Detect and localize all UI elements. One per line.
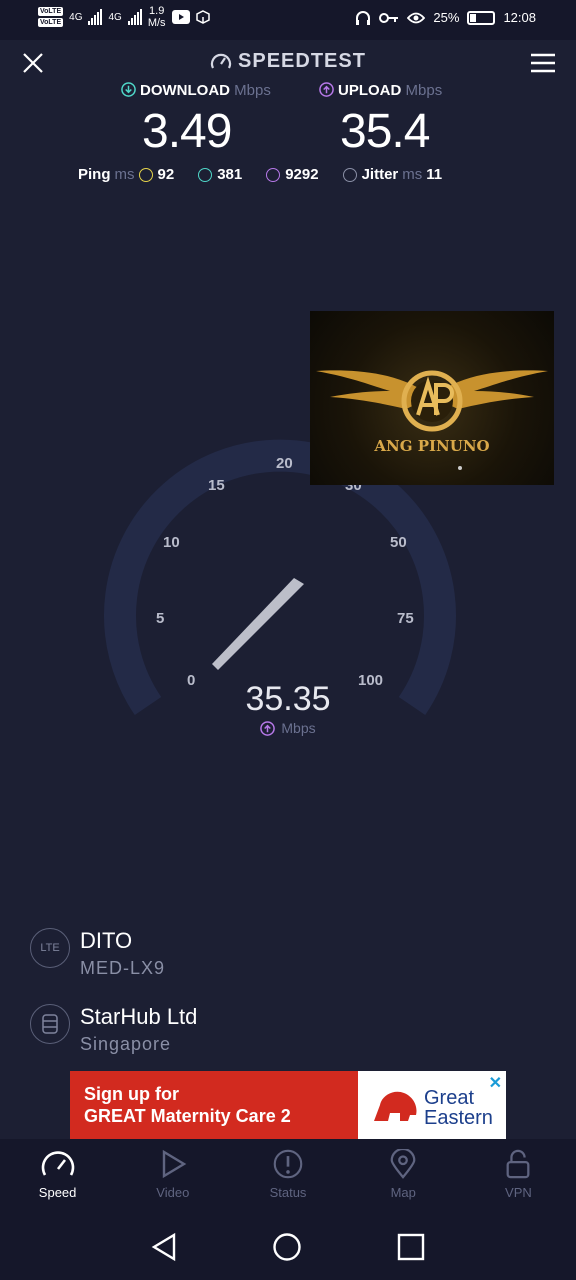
map-pin-icon [390, 1149, 416, 1179]
ad-red-panel: Sign up for GREAT Maternity Care 2 [70, 1071, 358, 1139]
gauge-tick-10: 10 [163, 534, 180, 551]
tab-speed[interactable]: Speed [0, 1139, 115, 1214]
tab-status[interactable]: Status [230, 1139, 345, 1214]
overlay-brand-text: ANG PINUNO [374, 437, 490, 455]
ad-close-icon[interactable]: ✕ [489, 1073, 502, 1093]
tab-map[interactable]: Map [346, 1139, 461, 1214]
ad-logo-text: Great Eastern [424, 1087, 493, 1129]
overlay-logo-image[interactable]: ANG PINUNO [310, 311, 554, 485]
speedometer-tab-icon [41, 1151, 74, 1176]
gauge-tick-15: 15 [208, 477, 225, 494]
lion-icon [374, 1091, 417, 1121]
gauge-tick-50: 50 [390, 534, 407, 551]
gauge-tick-5: 5 [156, 610, 165, 627]
play-icon [162, 1149, 187, 1179]
gauge-value: 35.35 [245, 680, 331, 718]
upload-arrow-icon-small [260, 721, 276, 736]
lte-icon: LTE [30, 928, 70, 968]
back-icon[interactable] [150, 1232, 180, 1262]
gauge-needle [212, 578, 304, 670]
provider-name: DITO [80, 928, 133, 953]
gauge-tick-20: 20 [276, 455, 293, 472]
gauge-tick-75: 75 [397, 610, 414, 627]
server-info[interactable]: StarHub Ltd Singapore [30, 1004, 197, 1055]
ad-text: Sign up for GREAT Maternity Care 2 [84, 1084, 291, 1126]
system-nav-bar [0, 1214, 576, 1280]
gauge-unit: Mbps [0, 720, 576, 736]
tab-vpn[interactable]: VPN [461, 1139, 576, 1214]
server-location: Singapore [80, 1034, 172, 1054]
home-icon[interactable] [272, 1232, 302, 1262]
device-model: MED-LX9 [80, 958, 166, 978]
ad-banner[interactable]: Sign up for GREAT Maternity Care 2 Great… [70, 1071, 506, 1139]
tab-video[interactable]: Video [115, 1139, 230, 1214]
bottom-tab-bar: Speed Video Status Map VPN [0, 1139, 576, 1214]
winged-logo-icon [316, 370, 548, 470]
server-icon [30, 1004, 70, 1044]
recents-icon[interactable] [396, 1232, 426, 1262]
lock-icon [506, 1149, 530, 1179]
alert-icon [273, 1149, 303, 1179]
provider-info[interactable]: LTE DITO MED-LX9 [30, 928, 165, 979]
server-name: StarHub Ltd [80, 1004, 198, 1029]
